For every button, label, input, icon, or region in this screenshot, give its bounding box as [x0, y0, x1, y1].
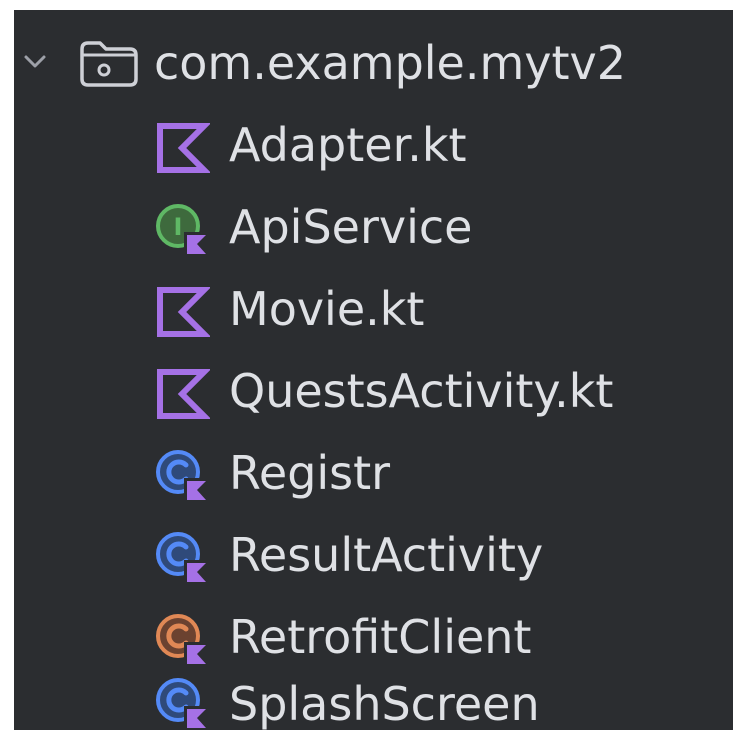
package-row[interactable]: com.example.mytv2 — [14, 22, 733, 104]
svg-text:I: I — [174, 213, 183, 241]
tree-item-label: Movie.kt — [229, 282, 425, 336]
tree-item-registr[interactable]: Registr — [14, 432, 733, 514]
tree-item-label: ResultActivity — [229, 528, 544, 582]
chevron-down-icon[interactable] — [20, 50, 50, 74]
tree-item-label: Registr — [229, 446, 391, 500]
tree-item-label: SplashScreen — [229, 677, 540, 731]
tree-item-adapter[interactable]: Adapter.kt — [14, 104, 733, 186]
tree-item-splashscreen[interactable]: SplashScreen — [14, 666, 733, 731]
kotlin-class-icon — [156, 678, 208, 730]
project-tree-panel: com.example.mytv2 Adapter.kt I ApiServic… — [14, 10, 733, 731]
kotlin-class-icon — [156, 450, 208, 502]
kotlin-class-icon — [156, 532, 208, 584]
tree-item-label: ApiService — [229, 200, 473, 254]
folder-icon — [80, 41, 138, 87]
kotlin-file-icon — [157, 287, 210, 337]
tree-item-movie[interactable]: Movie.kt — [14, 268, 733, 350]
tree-item-resultactivity[interactable]: ResultActivity — [14, 514, 733, 596]
kotlin-file-icon — [157, 123, 210, 173]
kotlin-interface-icon: I — [156, 204, 208, 256]
kotlin-object-icon — [156, 614, 208, 666]
tree-item-questsactivity[interactable]: QuestsActivity.kt — [14, 350, 733, 432]
tree-item-apiservice[interactable]: I ApiService — [14, 186, 733, 268]
package-label: com.example.mytv2 — [154, 36, 627, 90]
tree-item-label: QuestsActivity.kt — [229, 364, 614, 418]
tree-item-label: Adapter.kt — [229, 118, 467, 172]
kotlin-file-icon — [157, 369, 210, 419]
